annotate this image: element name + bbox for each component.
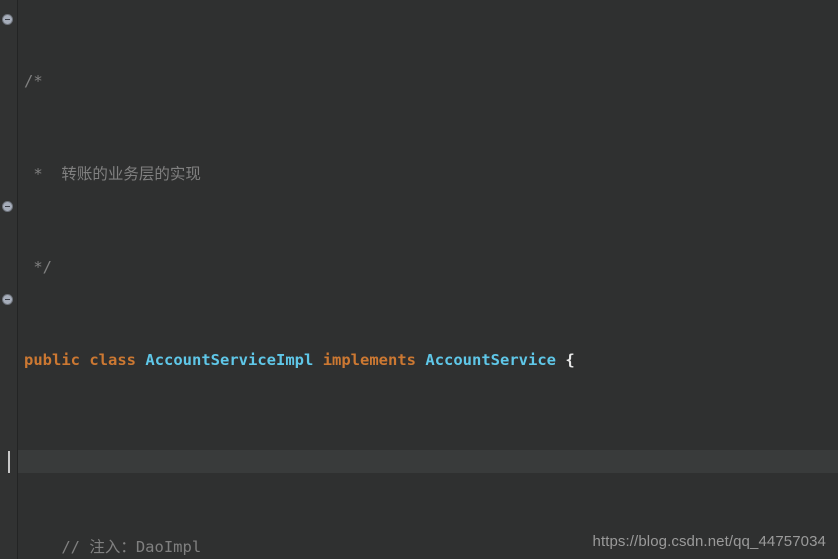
code-line-4[interactable]: public class AccountServiceImpl implemen… xyxy=(18,349,838,372)
keyword-class: class xyxy=(89,351,137,370)
fold-marker-setter-method[interactable] xyxy=(2,201,13,212)
code-line-2[interactable]: * 转账的业务层的实现 xyxy=(18,163,838,186)
keyword-public: public xyxy=(24,351,80,370)
brace-open-class: { xyxy=(556,351,575,370)
code-content[interactable]: /* * 转账的业务层的实现 */ public class AccountSe… xyxy=(18,0,838,559)
fold-marker-class-comment[interactable] xyxy=(2,14,13,25)
watermark-url: https://blog.csdn.net/qq_44757034 xyxy=(592,532,826,550)
comment-inject-dao: // 注入：DaoImpl xyxy=(24,537,202,556)
code-line-5[interactable] xyxy=(18,443,838,466)
code-editor[interactable]: /* * 转账的业务层的实现 */ public class AccountSe… xyxy=(0,0,838,559)
class-name: AccountServiceImpl xyxy=(145,351,314,370)
comment-close: */ xyxy=(24,258,52,277)
code-line-3[interactable]: */ xyxy=(18,256,838,279)
fold-marker-transfer-method[interactable] xyxy=(2,294,13,305)
interface-name: AccountService xyxy=(425,351,557,370)
code-line-1[interactable]: /* xyxy=(18,70,838,93)
keyword-implements: implements xyxy=(322,351,417,370)
text-caret xyxy=(8,451,10,473)
comment-class-desc: * 转账的业务层的实现 xyxy=(24,165,201,184)
editor-gutter[interactable] xyxy=(0,0,18,559)
comment-open: /* xyxy=(24,71,43,90)
